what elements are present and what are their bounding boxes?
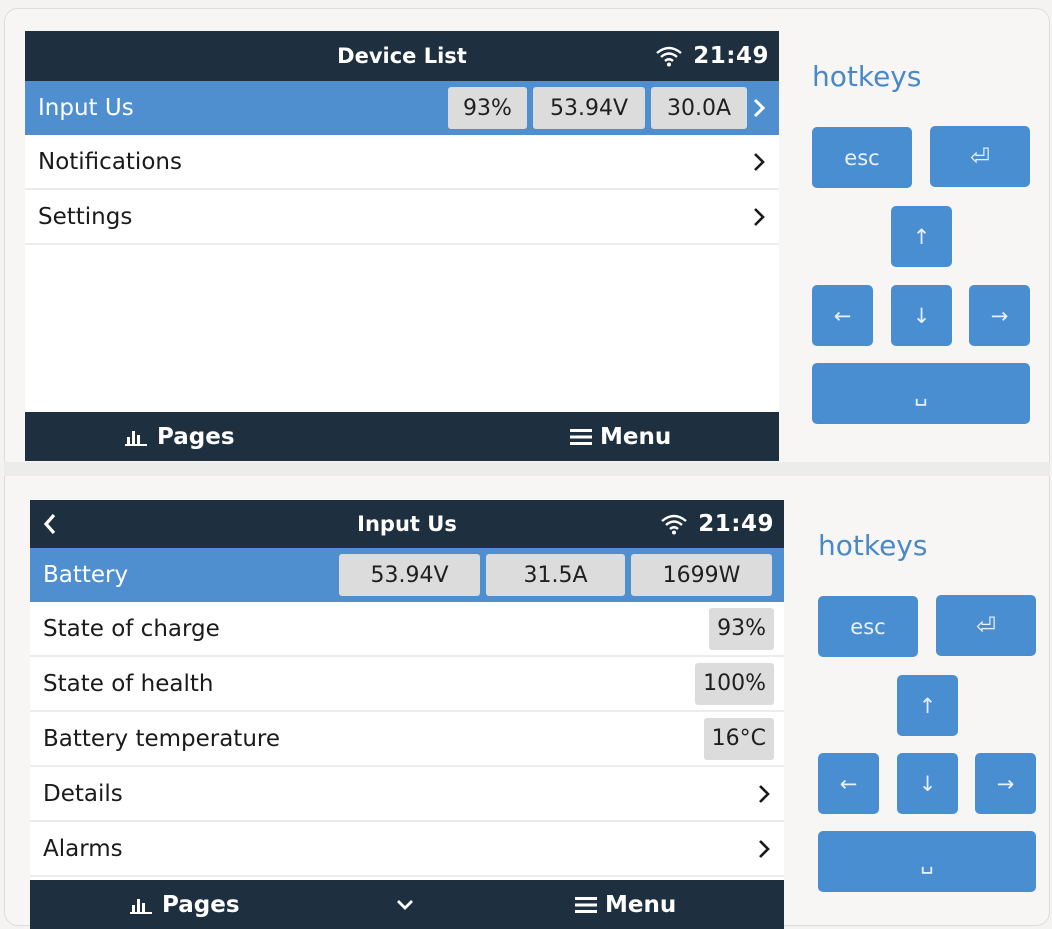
bar-chart-icon [125, 430, 147, 446]
chevron-right-icon [752, 838, 776, 860]
pages-button[interactable]: Pages [130, 880, 240, 929]
status-area: 21:49 [660, 500, 774, 548]
status-area: 21:49 [655, 31, 769, 81]
up-arrow-key[interactable]: ↑ [897, 675, 958, 736]
scroll-down-button[interactable] [395, 880, 415, 929]
list-item-label: Battery temperature [43, 725, 281, 752]
list-item-label: Details [43, 780, 123, 807]
hamburger-icon [575, 896, 597, 913]
page-title: Device List [337, 44, 467, 68]
space-key[interactable]: ␣ [818, 831, 1036, 892]
state-of-health-value: 100% [695, 662, 774, 705]
clock: 21:49 [698, 511, 774, 537]
space-key[interactable]: ␣ [812, 363, 1030, 424]
esc-key[interactable]: esc [818, 596, 918, 657]
list-item-battery[interactable]: Battery 53.94V 31.5A 1699W [30, 548, 784, 602]
pages-label: Pages [157, 423, 235, 450]
enter-key[interactable]: ⏎ [936, 595, 1036, 656]
hotkeys-title: hotkeys [818, 529, 928, 562]
down-arrow-key[interactable]: ↓ [891, 285, 952, 346]
list-item-input-us[interactable]: Input Us 93% 53.94V 30.0A [25, 81, 779, 135]
current-value: 31.5A [486, 554, 625, 596]
left-arrow-key[interactable]: ← [812, 285, 873, 346]
right-arrow-key[interactable]: → [975, 753, 1036, 814]
back-button[interactable] [42, 500, 58, 548]
menu-label: Menu [600, 423, 672, 450]
chevron-right-icon [747, 206, 771, 228]
hotkeys-title: hotkeys [812, 60, 922, 93]
state-of-charge-value: 93% [709, 607, 774, 650]
chevron-down-icon [397, 899, 413, 910]
list-item-details[interactable]: Details [30, 767, 784, 822]
pages-button[interactable]: Pages [125, 412, 235, 461]
bottom-bar: Pages Menu [30, 880, 784, 929]
soc-value: 93% [448, 87, 527, 129]
list-item-settings[interactable]: Settings [25, 190, 779, 245]
list-item-label: Alarms [43, 835, 123, 862]
list-item-alarms[interactable]: Alarms [30, 822, 784, 877]
enter-key[interactable]: ⏎ [930, 126, 1030, 187]
chevron-left-icon [43, 513, 56, 535]
list-item-label: Battery [43, 562, 129, 588]
list-item-label: Input Us [38, 95, 134, 121]
list-item-label: State of charge [43, 615, 220, 642]
esc-key[interactable]: esc [812, 127, 912, 188]
panel-divider [4, 462, 1050, 476]
chevron-right-icon [747, 97, 771, 119]
bottom-bar: Pages Menu [25, 412, 779, 461]
wifi-icon [656, 46, 683, 67]
wifi-icon [661, 514, 688, 535]
down-arrow-key[interactable]: ↓ [897, 753, 958, 814]
page-title: Input Us [357, 512, 457, 536]
list-item-notifications[interactable]: Notifications [25, 135, 779, 190]
list-item-label: Notifications [38, 148, 182, 175]
bar-chart-icon [130, 898, 152, 914]
chevron-right-icon [752, 783, 776, 805]
left-arrow-key[interactable]: ← [818, 753, 879, 814]
list-item-state-of-health[interactable]: State of health 100% [30, 657, 784, 712]
input-us-screen: Input Us 21:49 Battery 53.94V 31.5A 1699… [30, 500, 784, 929]
menu-button[interactable]: Menu [575, 880, 676, 929]
battery-temperature-value: 16°C [703, 717, 774, 760]
list-item-label: Settings [38, 203, 133, 230]
menu-label: Menu [605, 891, 677, 918]
pages-label: Pages [162, 891, 240, 918]
right-arrow-key[interactable]: → [969, 285, 1030, 346]
up-arrow-key[interactable]: ↑ [891, 206, 952, 267]
voltage-value: 53.94V [339, 554, 480, 596]
clock: 21:49 [693, 43, 769, 69]
list-item-battery-temperature[interactable]: Battery temperature 16°C [30, 712, 784, 767]
title-bar: Device List 21:49 [25, 31, 779, 81]
list-item-label: State of health [43, 670, 214, 697]
hamburger-icon [570, 428, 592, 445]
menu-button[interactable]: Menu [570, 412, 671, 461]
device-list-screen: Device List 21:49 Input Us 93% 53.94V 30… [25, 31, 779, 461]
list-item-state-of-charge[interactable]: State of charge 93% [30, 602, 784, 657]
current-value: 30.0A [651, 87, 747, 129]
voltage-value: 53.94V [533, 87, 645, 129]
chevron-right-icon [747, 151, 771, 173]
title-bar: Input Us 21:49 [30, 500, 784, 548]
power-value: 1699W [631, 554, 772, 596]
